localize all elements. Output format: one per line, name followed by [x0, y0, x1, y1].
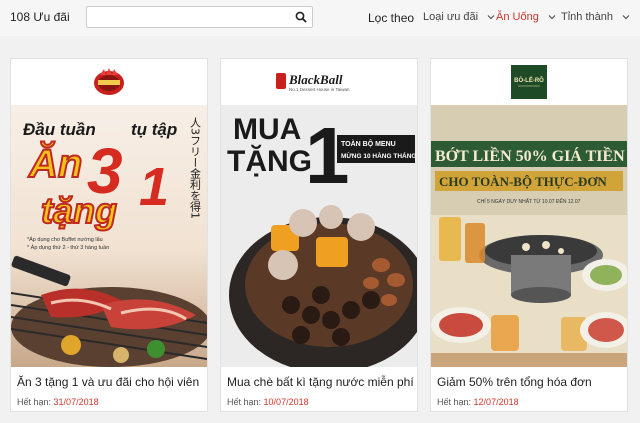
offer-card[interactable]: Đầu tuần tụ tập Ăn 3 1 tặng 人3フリー金利を得1 *…	[10, 58, 208, 412]
filter-province-label: Tỉnh thành	[561, 11, 613, 23]
filter-province-dropdown[interactable]: Tỉnh thành	[561, 11, 630, 23]
banner-text: 1	[139, 157, 169, 217]
banner-text: 人3フリー金利を得1	[189, 117, 202, 219]
search-input[interactable]	[87, 7, 282, 27]
search-icon[interactable]	[295, 11, 307, 23]
offer-banner-image[interactable]: Đầu tuần tụ tập Ăn 3 1 tặng 人3フリー金利を得1 *…	[11, 105, 207, 367]
expiry-label: Hết hạn:	[17, 397, 52, 407]
expiry-date: 12/07/2018	[473, 397, 519, 407]
banner-text: BỚT LIỀN 50% GIÁ TIỀN	[435, 146, 625, 165]
offer-title[interactable]: Giảm 50% trên tổng hóa đơn	[437, 375, 592, 389]
brand-logo: BÒ-LẾ-RÔ	[431, 59, 627, 105]
offer-card[interactable]: BlackBall No.1 Dessert House in Taiwan M…	[220, 58, 418, 412]
chevron-down-icon	[622, 15, 630, 20]
banner-text: Ăn	[28, 140, 82, 186]
filter-category-label: Ăn Uống	[496, 11, 539, 23]
offer-expiry: Hết hạn: 31/07/2018	[17, 397, 99, 407]
blackball-logo: BlackBall No.1 Dessert House in Taiwan	[276, 72, 350, 92]
filter-offer-type-dropdown[interactable]: Loại ưu đãi	[423, 11, 495, 23]
chevron-down-icon	[548, 15, 556, 20]
chevron-down-icon	[487, 15, 495, 20]
filter-category-dropdown[interactable]: Ăn Uống	[496, 11, 556, 23]
brand-tagline: No.1 Dessert House in Taiwan	[289, 87, 350, 92]
banner-text: MUA	[233, 113, 301, 146]
expiry-date: 10/07/2018	[263, 397, 309, 407]
filter-offer-type-label: Loại ưu đãi	[423, 11, 479, 23]
brand-logo: BlackBall No.1 Dessert House in Taiwan	[221, 59, 417, 105]
brand-logo	[11, 59, 207, 105]
banner-text: *Áp dụng cho Buffet nướng lẩu	[27, 236, 103, 243]
banner-text: tặng	[41, 190, 117, 231]
brand-name: BÒ-LẾ-RÔ	[514, 76, 544, 84]
banner-text: Đầu tuần	[23, 120, 96, 139]
sumo-bbq-logo	[94, 68, 124, 95]
expiry-label: Hết hạn:	[227, 397, 262, 407]
offer-expiry: Hết hạn: 10/07/2018	[227, 397, 309, 407]
offer-title[interactable]: Mua chè bất kì tặng nước miễn phí	[227, 375, 414, 389]
offer-expiry: Hết hạn: 12/07/2018	[437, 397, 519, 407]
filter-label: Lọc theo	[368, 11, 415, 25]
banner-text: tụ tập	[131, 120, 177, 139]
banner-text: CHỈ 5 NGÀY DUY NHẤT TỪ 10.07 ĐẾN 12.07	[477, 198, 581, 205]
expiry-label: Hết hạn:	[437, 397, 472, 407]
bo-le-ro-logo: BÒ-LẾ-RÔ	[511, 65, 547, 99]
banner-text: * Áp dụng thứ 2 - thứ 3 hàng tuần	[27, 244, 109, 251]
expiry-date: 31/07/2018	[53, 397, 99, 407]
offer-title[interactable]: Ăn 3 tặng 1 và ưu đãi cho hội viên	[17, 375, 199, 389]
banner-text: MỪNG 10 HÀNG THÁNG	[341, 151, 416, 160]
banner-text: TẶNG	[227, 144, 312, 178]
top-bar: 108 Ưu đãi Lọc theo Loại ưu đãi Ăn Uống …	[0, 0, 640, 36]
banner-text: CHO TOÀN-BỘ THỰC-ĐƠN	[439, 174, 607, 189]
search-box[interactable]	[86, 6, 313, 28]
offer-banner-image[interactable]: MUA TẶNG 1 TOÀN BỘ MENU MỪNG 10 HÀNG THÁ…	[221, 105, 417, 367]
banner-text: TOÀN BỘ MENU	[341, 139, 396, 148]
offer-banner-image[interactable]: BỚT LIỀN 50% GIÁ TIỀN CHO TOÀN-BỘ THỰC-Đ…	[431, 105, 627, 367]
offer-card[interactable]: BÒ-LẾ-RÔ BỚT LIỀN 50% GIÁ TIỀN CHO TOÀN-…	[430, 58, 628, 412]
brand-name: BlackBall	[288, 72, 343, 87]
offer-count: 108 Ưu đãi	[10, 10, 70, 24]
